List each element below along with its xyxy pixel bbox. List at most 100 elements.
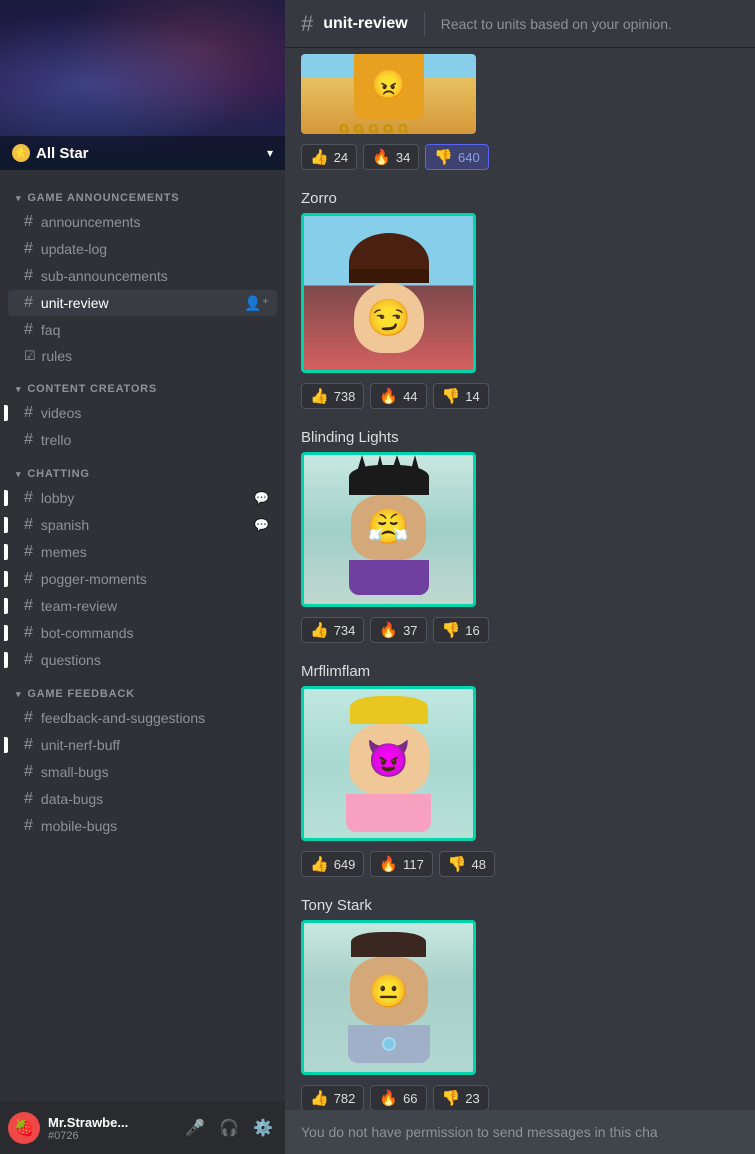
- mute-mic-icon[interactable]: 🎤: [181, 1114, 209, 1142]
- channel-pogger-moments[interactable]: # pogger-moments: [8, 566, 277, 592]
- unit-entry-blinding-lights: Blinding Lights 😤: [301, 429, 739, 643]
- channel-update-log[interactable]: # update-log: [8, 236, 277, 262]
- bl-body: 😤: [349, 465, 429, 595]
- no-permission-text: You do not have permission to send messa…: [301, 1124, 658, 1140]
- unit-name-blinding-lights: Blinding Lights: [301, 429, 739, 446]
- reaction-thumbsdown[interactable]: 👎 14: [433, 383, 489, 409]
- server-name-text: All Star: [36, 145, 89, 162]
- hat-top: [364, 233, 414, 273]
- user-info: Mr.Strawbe... #0726: [48, 1115, 173, 1142]
- reaction-thumbsup[interactable]: 👍 782: [301, 1085, 364, 1110]
- reaction-thumbsdown[interactable]: 👎 23: [433, 1085, 489, 1110]
- hash-icon: #: [24, 431, 33, 449]
- channel-bot-commands[interactable]: # bot-commands: [8, 620, 277, 646]
- user-bar: 🍓 Mr.Strawbe... #0726 🎤 🎧 ⚙️: [0, 1102, 285, 1154]
- reaction-fire[interactable]: 🔥 34: [363, 144, 419, 170]
- reactions-ts: 👍 782 🔥 66 👎 23: [301, 1085, 739, 1110]
- hash-icon: #: [24, 709, 33, 727]
- unit-image-mrflimflam: 😈: [301, 686, 476, 841]
- channel-small-bugs[interactable]: # small-bugs: [8, 759, 277, 785]
- reaction-thumbsdown[interactable]: 👎 48: [439, 851, 495, 877]
- deafen-icon[interactable]: 🎧: [215, 1114, 243, 1142]
- channel-name: small-bugs: [41, 764, 269, 780]
- reaction-thumbsup[interactable]: 👍 738: [301, 383, 364, 409]
- channel-unit-review[interactable]: # unit-review 👤⁺: [8, 290, 277, 316]
- thumbsup-emoji: 👍: [310, 855, 329, 873]
- category-label: CONTENT CREATORS: [27, 383, 157, 395]
- chat-bubble-icon: 💬: [254, 518, 269, 532]
- unit-image-blinding-lights: 😤: [301, 452, 476, 607]
- bl-shirt: [349, 560, 429, 595]
- add-person-icon[interactable]: 👤⁺: [244, 295, 269, 312]
- reaction-count: 649: [334, 857, 356, 872]
- reaction-thumbsdown[interactable]: 👎 640: [425, 144, 488, 170]
- reaction-fire[interactable]: 🔥 37: [370, 617, 426, 643]
- unit-image-zorro: 😏: [301, 213, 476, 373]
- category-arrow: ▾: [16, 689, 21, 700]
- category-arrow: ▾: [16, 193, 21, 204]
- reaction-count: 44: [403, 389, 417, 404]
- unit-image-tony-stark: 😐: [301, 920, 476, 1075]
- category-game-feedback[interactable]: ▾ GAME FEEDBACK: [0, 674, 285, 704]
- category-arrow: ▾: [16, 469, 21, 480]
- thumbsup-emoji: 👍: [310, 387, 329, 405]
- mf-shirt: [346, 794, 431, 832]
- channel-feedback-and-suggestions[interactable]: # feedback-and-suggestions: [8, 705, 277, 731]
- hash-icon: #: [24, 267, 33, 285]
- channel-name: questions: [41, 652, 269, 668]
- reaction-fire[interactable]: 🔥 117: [370, 851, 432, 877]
- reaction-thumbsup[interactable]: 👍 649: [301, 851, 364, 877]
- reaction-count: 117: [403, 857, 424, 872]
- category-game-announcements[interactable]: ▾ GAME ANNOUNCEMENTS: [0, 178, 285, 208]
- reaction-thumbsup[interactable]: 👍 24: [301, 144, 357, 170]
- hash-icon: #: [24, 294, 33, 312]
- channel-announcements[interactable]: # announcements: [8, 209, 277, 235]
- unit-name-mrflimflam: Mrflimflam: [301, 663, 739, 680]
- server-name-row[interactable]: ⭐ All Star: [12, 144, 89, 162]
- channel-name: unit-review: [41, 295, 238, 311]
- channel-header-name: unit-review: [323, 15, 407, 33]
- channel-videos[interactable]: # videos: [8, 400, 277, 426]
- unit-char-bg-mf: 😈: [304, 689, 473, 838]
- unit-name-tony-stark: Tony Stark: [301, 897, 739, 914]
- hash-icon: #: [24, 570, 33, 588]
- unit-image-top: 😠 9 9 9 9 9: [301, 54, 476, 134]
- channel-name: bot-commands: [41, 625, 269, 641]
- channel-questions[interactable]: # questions: [8, 647, 277, 673]
- category-content-creators[interactable]: ▾ CONTENT CREATORS: [0, 369, 285, 399]
- category-label: GAME FEEDBACK: [27, 688, 135, 700]
- fire-emoji: 🔥: [379, 1089, 398, 1107]
- channel-name: mobile-bugs: [41, 818, 269, 834]
- channel-data-bugs[interactable]: # data-bugs: [8, 786, 277, 812]
- server-menu-chevron[interactable]: ▾: [267, 146, 273, 160]
- server-icon: ⭐: [12, 144, 30, 162]
- unit-face: 😠: [354, 54, 424, 119]
- unit-char-bg-zorro: 😏: [304, 216, 473, 370]
- channel-mobile-bugs[interactable]: # mobile-bugs: [8, 813, 277, 839]
- reaction-count: 734: [334, 623, 356, 638]
- channel-rules[interactable]: ☑ rules: [8, 344, 277, 368]
- ts-armor: [348, 1025, 430, 1063]
- channel-team-review[interactable]: # team-review: [8, 593, 277, 619]
- reaction-fire[interactable]: 🔥 66: [370, 1085, 426, 1110]
- channel-spanish[interactable]: # spanish 💬: [8, 512, 277, 538]
- channel-memes[interactable]: # memes: [8, 539, 277, 565]
- unit-entry-mrflimflam: Mrflimflam 😈 👍: [301, 663, 739, 877]
- user-tag: #0726: [48, 1130, 173, 1142]
- category-arrow: ▾: [16, 384, 21, 395]
- reactions-top: 👍 24 🔥 34 👎 640: [301, 144, 739, 170]
- channel-name: pogger-moments: [41, 571, 269, 587]
- unit-entry-tony-stark: Tony Stark 😐 👍: [301, 897, 739, 1110]
- channel-sub-announcements[interactable]: # sub-announcements: [8, 263, 277, 289]
- reaction-thumbsup[interactable]: 👍 734: [301, 617, 364, 643]
- channel-unit-nerf-buff[interactable]: # unit-nerf-buff: [8, 732, 277, 758]
- category-chatting[interactable]: ▾ CHATTING: [0, 454, 285, 484]
- reaction-thumbsdown[interactable]: 👎 16: [433, 617, 489, 643]
- channel-name: sub-announcements: [41, 268, 269, 284]
- channel-name: videos: [41, 405, 269, 421]
- reaction-fire[interactable]: 🔥 44: [370, 383, 426, 409]
- channel-lobby[interactable]: # lobby 💬: [8, 485, 277, 511]
- channel-trello[interactable]: # trello: [8, 427, 277, 453]
- channel-faq[interactable]: # faq: [8, 317, 277, 343]
- settings-icon[interactable]: ⚙️: [249, 1114, 277, 1142]
